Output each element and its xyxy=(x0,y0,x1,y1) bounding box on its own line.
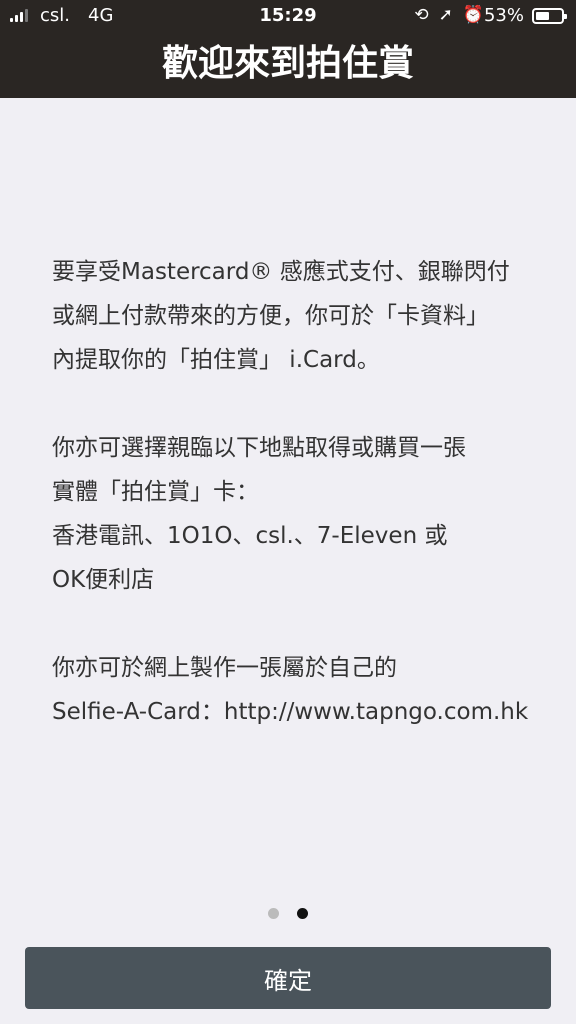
text-line: 或網上付款帶來的方便，你可於「卡資料」 xyxy=(52,303,489,329)
page-dot-2-active[interactable] xyxy=(297,908,308,919)
battery-percent: 53% xyxy=(483,5,524,26)
paragraph-icard: 要享受Mastercard® 感應式支付、銀聯閃付 或網上付款帶來的方便，你可於… xyxy=(52,250,542,382)
confirm-button[interactable]: 確定 xyxy=(25,947,551,1009)
page-title: 歡迎來到拍住賞 xyxy=(161,43,414,84)
alarm-icon: ⏰ xyxy=(462,5,484,25)
text-line: 香港電訊、1O1O、csl.、7-Eleven 或 xyxy=(52,523,448,549)
rotation-lock-icon: ⟲ xyxy=(414,5,429,25)
text-line: 你亦可於網上製作一張屬於自己的 xyxy=(52,655,397,681)
paragraph-selfie-card: 你亦可於網上製作一張屬於自己的 Selfie-A-Card：http://www… xyxy=(52,646,542,734)
location-arrow-icon: ➚ xyxy=(438,5,453,25)
page-dot-1[interactable] xyxy=(268,908,279,919)
text-line: 實體「拍住賞」卡： xyxy=(52,479,259,505)
page-indicator xyxy=(0,908,576,919)
text-line: OK便利店 xyxy=(52,567,155,593)
status-bar: csl. 4G 15:29 ⟲ ➚ ⏰ 53% xyxy=(0,0,576,32)
text-line: 內提取你的「拍住賞」 i.Card。 xyxy=(52,347,380,373)
text-line: 要享受Mastercard® 感應式支付、銀聯閃付 xyxy=(52,259,510,285)
battery-icon xyxy=(532,8,567,24)
text-line: 你亦可選擇親臨以下地點取得或購買一張 xyxy=(52,435,466,461)
intro-content: 要享受Mastercard® 感應式支付、銀聯閃付 或網上付款帶來的方便，你可於… xyxy=(52,250,542,778)
text-line: Selfie-A-Card：http://www.tapngo.com.hk xyxy=(52,699,529,725)
app-header: csl. 4G 15:29 ⟲ ➚ ⏰ 53% 歡迎來到拍住賞 xyxy=(0,0,576,98)
paragraph-physical-card: 你亦可選擇親臨以下地點取得或購買一張 實體「拍住賞」卡： 香港電訊、1O1O、c… xyxy=(52,426,542,602)
